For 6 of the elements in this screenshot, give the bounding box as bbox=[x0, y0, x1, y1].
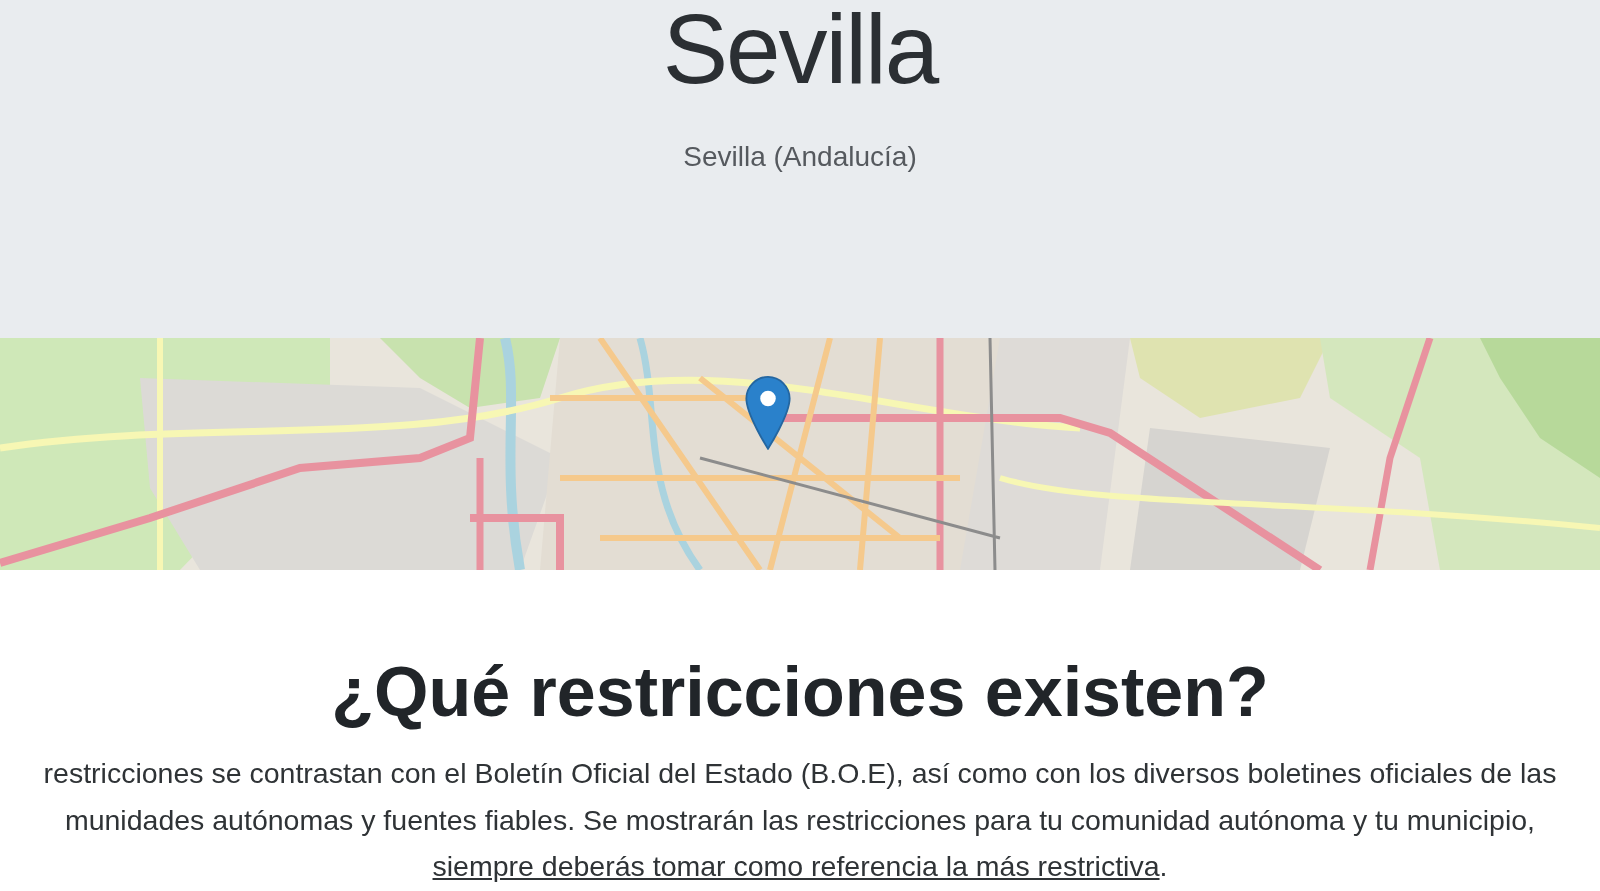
map-pin-icon bbox=[745, 376, 791, 450]
page-subtitle: Sevilla (Andalucía) bbox=[683, 140, 917, 174]
section-heading: ¿Qué restricciones existen? bbox=[331, 652, 1269, 733]
info-paragraph: restricciones se contrastan con el Boletín Oficial del Estado (B.O.E), así como con los diversos boletines oficiales de las munidades autónomas y fuentes fiables. Se mostrarán las restricciones para tu comunidad autónoma y tu municipio, siempre deberás tomar como referencia la más restrictiva. bbox=[43, 756, 1557, 884]
reference-link[interactable]: siempre deberás tomar como referencia la más restrictiva bbox=[432, 850, 1160, 882]
page-title: Sevilla bbox=[662, 0, 938, 98]
